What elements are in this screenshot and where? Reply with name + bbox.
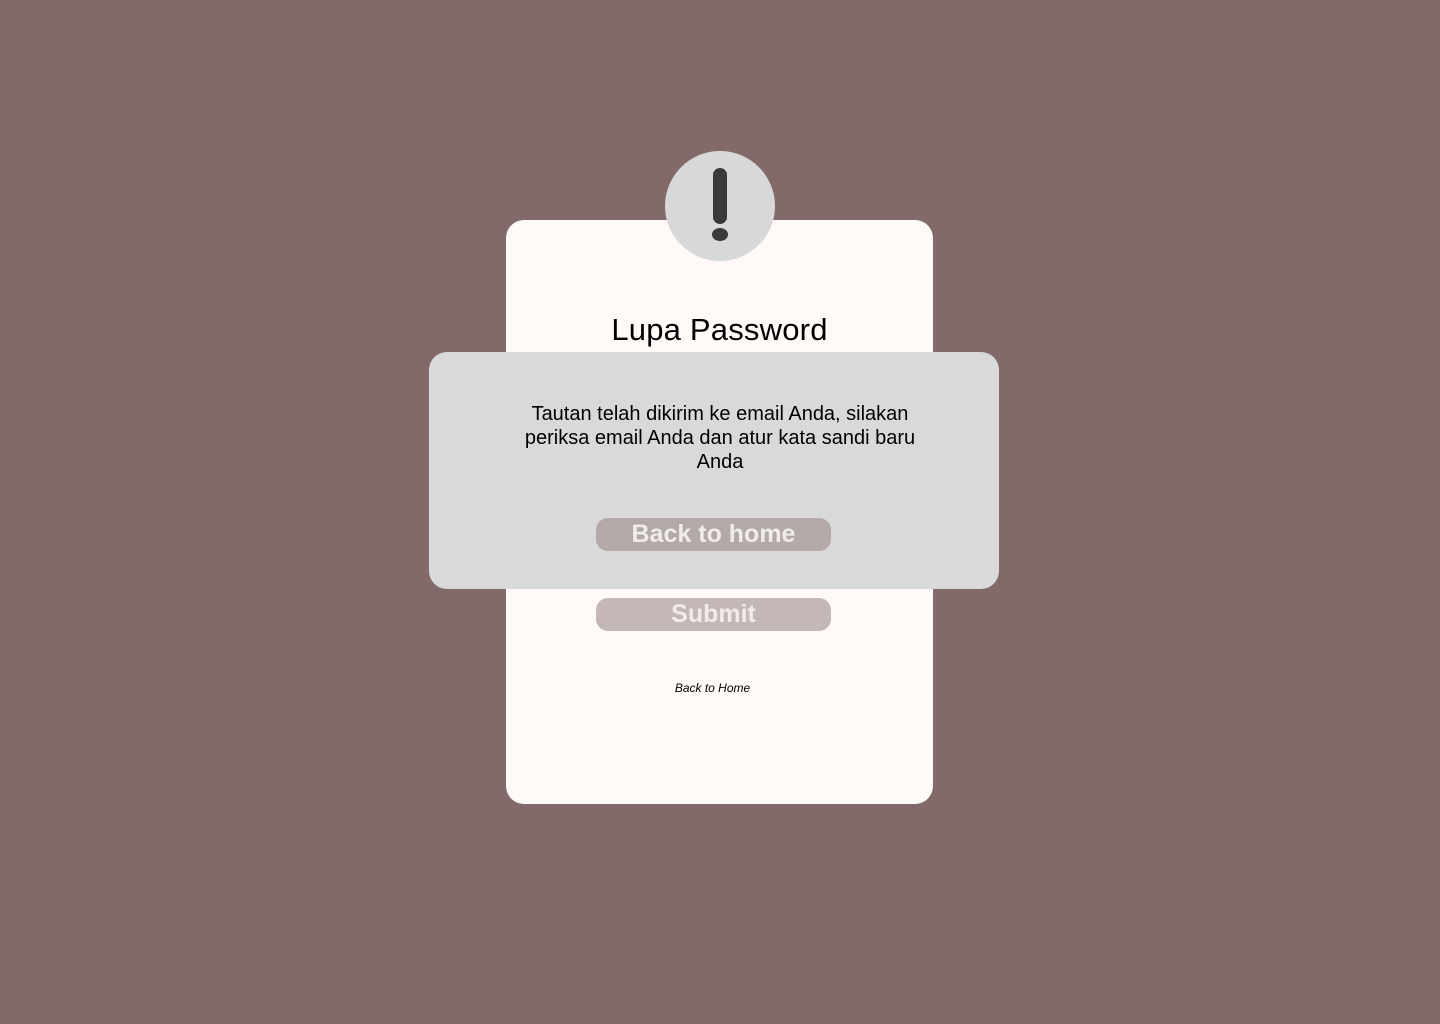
back-to-home-button[interactable]: Back to home <box>596 518 831 551</box>
dialog-message: Tautan telah dikirim ke email Anda, sila… <box>524 403 916 473</box>
exclamation-bar <box>713 168 727 224</box>
exclamation-dot <box>712 228 728 241</box>
submit-button[interactable]: Submit <box>596 598 831 631</box>
confirmation-dialog: Tautan telah dikirim ke email Anda, sila… <box>429 352 999 589</box>
back-to-home-link[interactable]: Back to Home <box>506 681 933 695</box>
card-title: Lupa Password <box>611 312 828 347</box>
exclamation-icon <box>665 151 775 261</box>
